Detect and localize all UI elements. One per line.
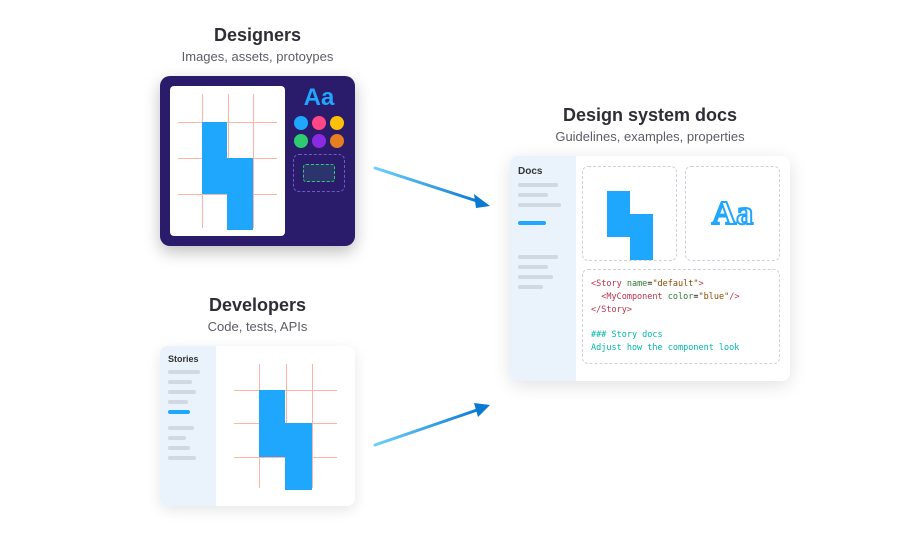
stories-main [216, 346, 355, 506]
swatch-icon [312, 134, 326, 148]
stories-label: Stories [168, 354, 208, 364]
component-box-icon [293, 154, 345, 192]
arrow-icon [370, 160, 500, 225]
story-selected-icon [168, 410, 190, 414]
swatch-icon [312, 116, 326, 130]
design-canvas [170, 86, 285, 236]
docs-typography-preview: Aa [685, 166, 780, 261]
docs-title: Design system docs [510, 105, 790, 126]
developers-section: Developers Code, tests, APIs Stories [160, 295, 355, 506]
tetromino-icon [202, 122, 253, 194]
docs-component-preview [582, 166, 677, 261]
arrow-icon [370, 395, 500, 460]
stories-canvas [226, 356, 345, 496]
developers-card: Stories [160, 346, 355, 506]
stories-sidebar: Stories [160, 346, 216, 506]
docs-selected-icon [518, 221, 546, 225]
designers-card: Aa [160, 76, 355, 246]
docs-code-block: <Story name="default"> <MyComponent colo… [582, 269, 780, 364]
swatch-icon [294, 134, 308, 148]
color-swatches [293, 116, 345, 148]
designers-subtitle: Images, assets, protoypes [160, 49, 355, 64]
docs-label: Docs [518, 166, 568, 177]
typography-icon: Aa [712, 195, 754, 233]
swatch-icon [330, 134, 344, 148]
tetromino-icon [259, 390, 311, 457]
designers-section: Designers Images, assets, protoypes Aa [160, 25, 355, 246]
swatch-icon [330, 116, 344, 130]
docs-sidebar: Docs [510, 156, 576, 381]
developers-title: Developers [160, 295, 355, 316]
swatch-icon [294, 116, 308, 130]
design-tools: Aa [293, 86, 345, 236]
typography-icon: Aa [293, 86, 345, 110]
docs-card: Docs Aa [510, 156, 790, 381]
docs-subtitle: Guidelines, examples, properties [510, 129, 790, 144]
docs-section: Design system docs Guidelines, examples,… [510, 105, 790, 381]
docs-main: Aa <Story name="default"> <MyComponent c… [576, 156, 790, 381]
developers-subtitle: Code, tests, APIs [160, 319, 355, 334]
designers-title: Designers [160, 25, 355, 46]
tetromino-icon [607, 191, 653, 237]
